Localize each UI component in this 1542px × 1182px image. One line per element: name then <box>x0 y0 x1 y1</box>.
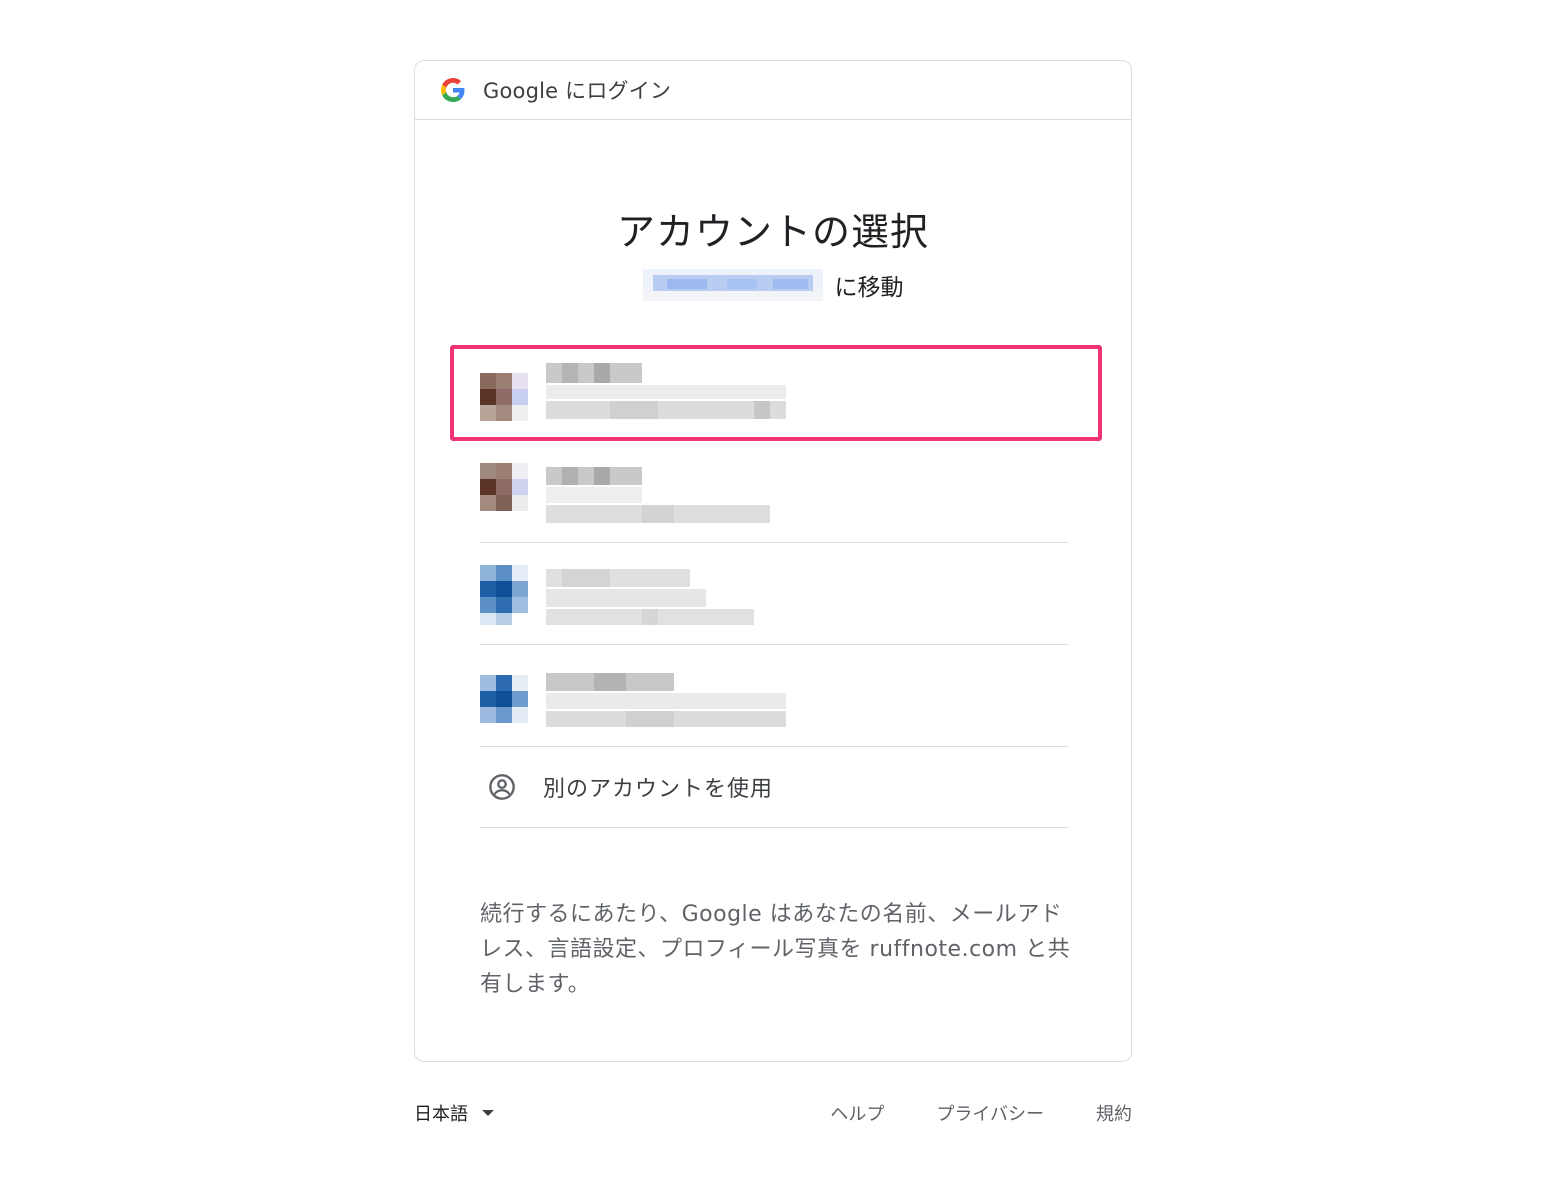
signin-card: Google にログイン アカウントの選択 に移動 別のアカウントを使用 続行す… <box>414 60 1132 1062</box>
caret-down-icon <box>482 1110 494 1116</box>
footer: 日本語 ヘルプ プライバシー 規約 <box>414 1096 1132 1130</box>
page-title: アカウントの選択 <box>616 210 929 254</box>
account-item[interactable] <box>480 645 1068 747</box>
help-link[interactable]: ヘルプ <box>830 1100 884 1126</box>
account-item[interactable] <box>480 441 1068 543</box>
redacted-account-text <box>546 569 754 625</box>
account-circle-icon <box>489 774 515 800</box>
avatar <box>480 675 528 723</box>
privacy-link[interactable]: プライバシー <box>936 1100 1044 1126</box>
consent-text: 続行するにあたり、Google はあなたの名前、メールアドレス、言語設定、プロフ… <box>480 902 1071 997</box>
redacted-domain <box>642 269 823 301</box>
redacted-account-text <box>546 673 786 727</box>
subtitle: に移動 <box>415 265 1131 305</box>
footer-links: ヘルプ プライバシー 規約 <box>778 1100 1132 1126</box>
selection-highlight <box>450 345 1102 441</box>
avatar <box>480 463 528 511</box>
google-g-icon <box>441 78 465 102</box>
card-header: Google にログイン <box>415 61 1131 120</box>
redacted-account-text <box>546 467 770 523</box>
use-another-account-label: 別のアカウントを使用 <box>543 777 774 802</box>
avatar <box>480 565 528 625</box>
terms-link[interactable]: 規約 <box>1096 1100 1132 1126</box>
use-another-account-button[interactable]: 別のアカウントを使用 <box>480 747 1068 828</box>
language-label: 日本語 <box>414 1104 468 1125</box>
account-item[interactable] <box>480 543 1068 645</box>
subtitle-suffix: に移動 <box>834 275 904 301</box>
language-selector[interactable]: 日本語 <box>414 1100 494 1126</box>
header-title: Google にログイン <box>483 79 672 103</box>
